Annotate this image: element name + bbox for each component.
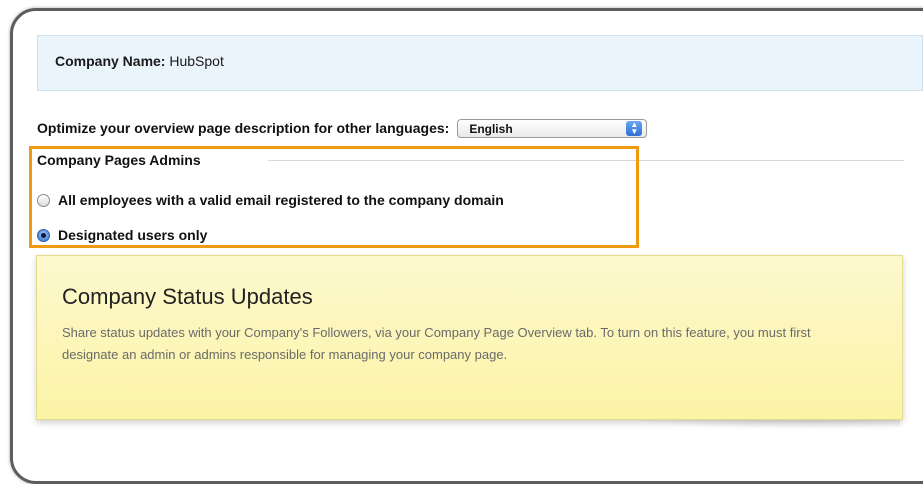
radio-designated-users[interactable]: [37, 228, 50, 242]
status-updates-title: Company Status Updates: [62, 284, 313, 309]
radio-all-employees[interactable]: [37, 193, 50, 207]
company-name-label: Company Name:: [55, 53, 166, 69]
language-row: Optimize your overview page description …: [37, 118, 648, 138]
radio-option-all-employees[interactable]: All employees with a valid email registe…: [37, 190, 504, 210]
select-arrows-icon: ▲ ▼: [626, 120, 643, 136]
status-updates-note: Company Status Updates Share status upda…: [36, 255, 903, 420]
radio-designated-users-label[interactable]: Designated users only: [58, 227, 207, 243]
language-select-value: English: [469, 121, 513, 136]
company-pages-admins-title: Company Pages Admins: [37, 152, 201, 168]
company-name-box: Company Name: HubSpot: [37, 35, 923, 91]
language-select[interactable]: English ▲ ▼: [457, 118, 648, 138]
status-updates-body: Share status updates with your Company's…: [62, 325, 811, 362]
radio-option-designated-users[interactable]: Designated users only: [37, 225, 207, 245]
radio-all-employees-label[interactable]: All employees with a valid email registe…: [58, 192, 504, 208]
company-name-text: Company Name: HubSpot: [55, 53, 224, 69]
section-divider: [268, 160, 904, 161]
company-name-value: HubSpot: [169, 53, 224, 69]
language-label: Optimize your overview page description …: [37, 120, 450, 136]
